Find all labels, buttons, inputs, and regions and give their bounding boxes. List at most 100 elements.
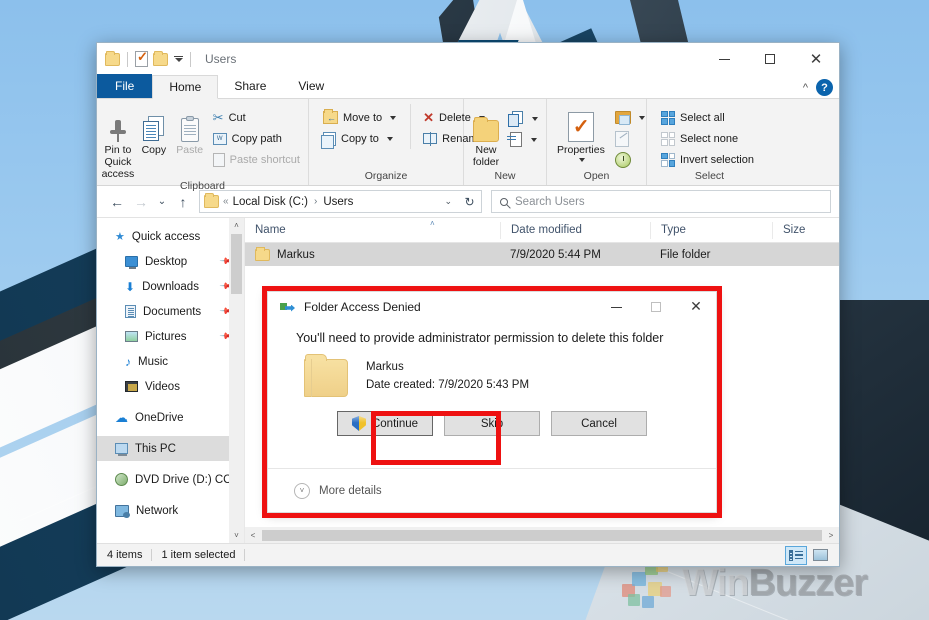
scroll-left-icon[interactable]: ˂ <box>245 531 261 540</box>
dialog-window-controls: ✕ <box>596 292 716 322</box>
close-button[interactable]: ✕ <box>793 43 839 75</box>
sidebar-item-network[interactable]: Network <box>97 498 244 523</box>
cancel-label: Cancel <box>581 417 617 430</box>
invert-selection-button[interactable]: Invert selection <box>657 149 758 170</box>
column-header-type[interactable]: Type <box>650 221 772 239</box>
properties-icon[interactable] <box>135 49 148 67</box>
chevron-down-icon[interactable] <box>638 115 645 120</box>
sidebar-item-onedrive[interactable]: ☁ OneDrive <box>97 405 244 430</box>
tab-share[interactable]: Share <box>218 74 282 98</box>
tab-view[interactable]: View <box>282 74 340 98</box>
dialog-minimize-button[interactable] <box>596 292 636 322</box>
scroll-up-icon[interactable]: ˄ <box>229 218 244 233</box>
chevron-down-icon[interactable]: ˅ <box>294 482 310 499</box>
new-item-button[interactable] <box>504 108 542 129</box>
column-header-date-modified[interactable]: Date modified <box>500 221 650 239</box>
copy-button[interactable]: Copy <box>137 104 171 156</box>
sidebar-item-music[interactable]: ♪ Music <box>97 349 244 374</box>
sidebar-item-quick-access[interactable]: ★ Quick access <box>97 224 244 249</box>
column-header-name[interactable]: Name <box>245 222 500 239</box>
collapse-ribbon-icon[interactable]: ^ <box>803 82 808 94</box>
pin-to-quick-access-button[interactable]: Pin to Quick access <box>101 104 135 180</box>
select-none-button[interactable]: Select none <box>657 128 758 149</box>
dialog-close-button[interactable]: ✕ <box>676 292 716 322</box>
open-button[interactable] <box>611 107 649 128</box>
desktop-icon <box>125 256 138 269</box>
scroll-thumb[interactable] <box>231 234 242 294</box>
sidebar-item-downloads[interactable]: ⬇ Downloads 📌 <box>97 274 244 299</box>
refresh-button[interactable]: ↻ <box>458 190 482 213</box>
dialog-maximize-button[interactable] <box>636 292 676 322</box>
copy-icon <box>142 116 166 142</box>
continue-button[interactable]: Continue <box>337 411 433 436</box>
column-header-size[interactable]: Size <box>772 221 832 239</box>
chevron-down-icon[interactable] <box>386 136 393 141</box>
horizontal-scrollbar[interactable]: ˂ ˃ <box>245 527 839 543</box>
copy-to-button[interactable]: Copy to <box>319 128 400 149</box>
minimize-button[interactable] <box>701 43 747 75</box>
move-to-button[interactable]: ← Move to <box>319 107 400 128</box>
selection-count: 1 item selected <box>161 549 236 561</box>
sidebar-item-desktop[interactable]: Desktop 📌 <box>97 249 244 274</box>
search-icon <box>500 197 508 206</box>
easy-access-button[interactable] <box>504 129 542 150</box>
sidebar-item-label: OneDrive <box>135 411 184 424</box>
tab-file[interactable]: File <box>97 74 153 98</box>
chevron-down-icon[interactable] <box>390 115 397 120</box>
chevron-down-icon[interactable] <box>532 116 538 121</box>
edit-button[interactable] <box>611 128 649 149</box>
uac-shield-icon <box>351 416 366 431</box>
maximize-button[interactable] <box>747 43 793 75</box>
customize-qat-icon[interactable] <box>173 55 183 63</box>
table-row[interactable]: Markus 7/9/2020 5:44 PM File folder <box>245 243 839 266</box>
properties-button[interactable]: Properties <box>557 104 605 163</box>
more-details-link[interactable]: More details <box>319 485 382 497</box>
open-icon <box>614 111 631 125</box>
sidebar-item-documents[interactable]: Documents 📌 <box>97 299 244 324</box>
history-button[interactable] <box>611 149 649 170</box>
folder-icon <box>204 193 219 208</box>
sidebar-item-label: Pictures <box>145 330 187 343</box>
details-view-button[interactable] <box>785 545 807 565</box>
scroll-thumb[interactable] <box>262 529 822 541</box>
window-title: Users <box>205 52 237 66</box>
skip-button[interactable]: Skip <box>444 411 540 436</box>
help-button[interactable]: ? <box>816 79 833 96</box>
cancel-button[interactable]: Cancel <box>551 411 647 436</box>
window-controls: ✕ <box>701 43 839 75</box>
column-headers: Name Date modified Type Size ˄ <box>245 218 839 243</box>
breadcrumb-item-local-disk[interactable]: Local Disk (C:) <box>233 196 308 208</box>
sidebar-item-videos[interactable]: Videos <box>97 374 244 399</box>
invert-selection-icon <box>661 152 675 167</box>
videos-icon <box>125 381 138 392</box>
scroll-down-icon[interactable]: ˅ <box>229 528 244 543</box>
scroll-right-icon[interactable]: ˃ <box>823 531 839 540</box>
navpane-scrollbar[interactable]: ˄ ˅ <box>229 218 244 543</box>
search-input[interactable]: Search Users <box>491 190 831 213</box>
sidebar-item-label: Downloads <box>142 280 199 293</box>
tab-home[interactable]: Home <box>152 75 219 99</box>
status-bar: 4 items 1 item selected <box>97 543 839 566</box>
sidebar-item-pictures[interactable]: Pictures 📌 <box>97 324 244 349</box>
breadcrumb-item-users[interactable]: Users <box>323 196 353 208</box>
paste-shortcut-button[interactable]: Paste shortcut <box>209 149 304 170</box>
paste-button[interactable]: Paste <box>173 104 207 156</box>
chevron-down-icon[interactable] <box>579 158 586 163</box>
new-folder-button[interactable]: New folder <box>472 104 500 168</box>
dialog-footer: ˅ More details <box>268 468 716 512</box>
group-label-select: Select <box>694 170 725 182</box>
sidebar-item-this-pc[interactable]: This PC <box>97 436 244 461</box>
folder-icon[interactable] <box>105 50 120 66</box>
rename-icon <box>423 132 438 146</box>
cut-button[interactable]: ✂ Cut <box>209 107 304 128</box>
new-folder-icon[interactable] <box>153 50 168 66</box>
sidebar-item-dvd-drive[interactable]: DVD Drive (D:) CC <box>97 467 244 492</box>
select-all-button[interactable]: Select all <box>657 107 758 128</box>
chevron-down-icon[interactable] <box>531 137 537 142</box>
copy-path-button[interactable]: W Copy path <box>209 128 304 149</box>
sidebar-item-label: DVD Drive (D:) CC <box>135 473 232 486</box>
select-all-label: Select all <box>680 111 725 124</box>
address-dropdown-icon[interactable]: ⌄ <box>444 196 454 207</box>
large-icons-view-button[interactable] <box>809 546 831 565</box>
breadcrumb-overflow-icon[interactable]: « <box>223 196 229 207</box>
